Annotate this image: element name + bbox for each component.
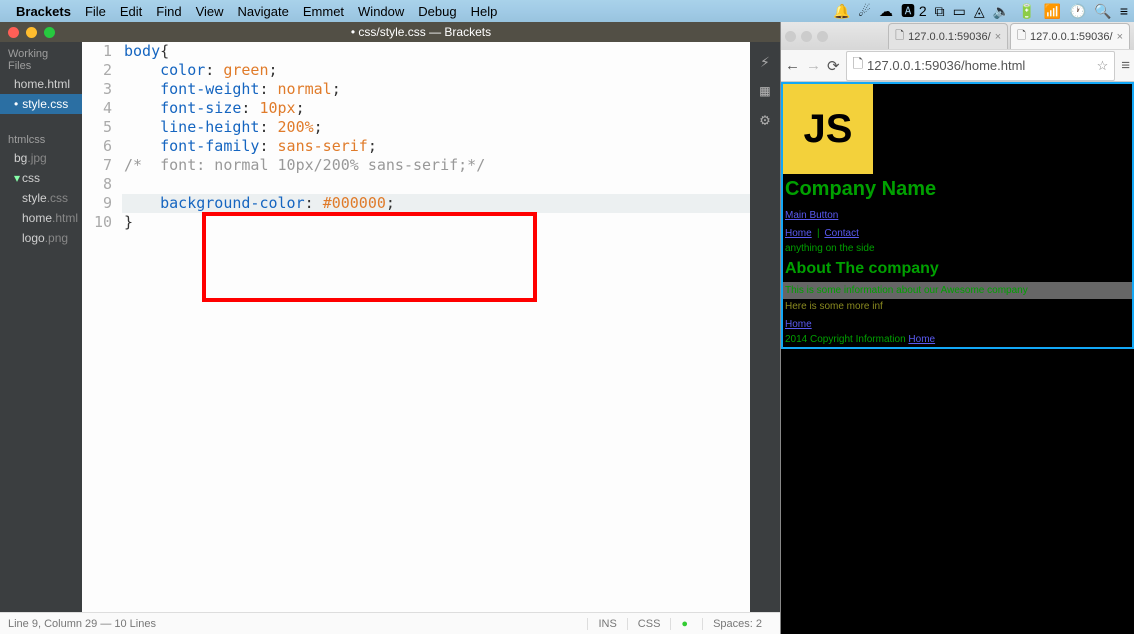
copyright-home-link[interactable]: Home [908,334,935,345]
brackets-window: • css/style.css — Brackets Working Files… [0,22,780,634]
spotlight-icon[interactable]: 🔍 [1094,1,1111,21]
tab-close-icon[interactable]: × [1117,31,1123,43]
chrome-window: 🗋 127.0.0.1:59036/ × 🗋 127.0.0.1:59036/ … [780,22,1134,634]
drive-icon[interactable]: ◬ [974,1,985,21]
macos-menubar: Brackets File Edit Find View Navigate Em… [0,0,1134,22]
side-text: anything on the side [783,241,1132,256]
bookmark-icon[interactable]: ☆ [1097,58,1109,74]
info-banner: This is some information about our Aweso… [783,282,1132,299]
menu-debug[interactable]: Debug [418,4,456,19]
page-icon: 🗋 [853,55,863,77]
file-bg[interactable]: bg.jpg [0,148,82,168]
editor-right-toolbar: ⚡ ▦ ⚙ [750,42,780,612]
close-button[interactable] [8,27,19,38]
working-file-style[interactable]: style.css [0,94,82,114]
menu-help[interactable]: Help [471,4,498,19]
menu-window[interactable]: Window [358,4,404,19]
workspace: • css/style.css — Brackets Working Files… [0,22,1134,634]
lint-status[interactable] [670,618,702,630]
url-text: 127.0.0.1:59036/home.html [867,58,1025,73]
window-titlebar: • css/style.css — Brackets [0,22,780,42]
code-editor[interactable]: 1body{ 2 color: green; 3 font-weight: no… [82,42,780,612]
bell-icon[interactable]: 🔔 [833,1,850,21]
chrome-tab-2[interactable]: 🗋 127.0.0.1:59036/ × [1010,23,1130,49]
rendered-page[interactable]: JS Company Name Main Button Home | Conta… [781,82,1134,634]
live-preview-icon[interactable]: ⚡ [750,52,780,71]
screen: Brackets File Edit Find View Navigate Em… [0,0,1134,634]
extensions-icon[interactable]: ▦ [750,81,780,100]
reload-button[interactable]: ⟳ [827,57,840,75]
tab-title: 127.0.0.1:59036/ [908,31,991,43]
menubar-status-icons: 🔔 ☄ ☁ 🅰 2 ⧉ ▭ ◬ 🔈 🔋 📶 🕐 🔍 ≡ [833,1,1128,21]
magnet-icon[interactable]: ☄ [858,1,871,21]
logo: JS [783,84,873,174]
statusbar: Line 9, Column 29 — 10 Lines INS CSS Spa… [0,612,780,634]
main-button-link[interactable]: Main Button [785,210,838,221]
indent-mode[interactable]: Spaces: 2 [702,618,772,630]
folder-css[interactable]: css [0,168,82,188]
menu-emmet[interactable]: Emmet [303,4,344,19]
chrome-tab-1[interactable]: 🗋 127.0.0.1:59036/ × [888,23,1008,49]
copyright-text: 2014 Copyright Information Home [783,332,1132,347]
volume-icon[interactable]: 🔈 [993,1,1010,21]
sidebar[interactable]: Working Files home.html style.css htmlcs… [0,42,82,612]
insert-mode[interactable]: INS [587,618,626,630]
chrome-toolbar: ← → ⟳ 🗋 127.0.0.1:59036/home.html ☆ ≡ [781,50,1134,82]
chrome-menu-icon[interactable]: ≡ [1121,57,1130,74]
chrome-minimize-button[interactable] [801,31,812,42]
gutter: 1 [82,42,122,61]
language-mode[interactable]: CSS [627,618,671,630]
nav-contact-link[interactable]: Contact [824,228,858,239]
notification-center-icon[interactable]: ≡ [1120,1,1128,21]
url-bar[interactable]: 🗋 127.0.0.1:59036/home.html ☆ [846,51,1116,81]
footer-home-link[interactable]: Home [785,319,812,330]
adobe-icon[interactable]: 🅰 2 [901,1,927,21]
page-icon: 🗋 [895,27,904,46]
cloud-icon[interactable]: ☁ [879,1,893,21]
minimize-button[interactable] [26,27,37,38]
working-file-home[interactable]: home.html [0,74,82,94]
page-heading: Company Name [783,174,1132,205]
chrome-close-button[interactable] [785,31,796,42]
sidebar-section-project: htmlcss [0,128,82,148]
window-title: • css/style.css — Brackets [62,25,780,39]
menu-navigate[interactable]: Navigate [238,4,289,19]
display-icon[interactable]: ▭ [953,1,966,21]
file-logo-png[interactable]: logo.png [0,228,82,248]
app-name[interactable]: Brackets [16,4,71,19]
about-heading: About The company [783,256,1132,282]
menu-edit[interactable]: Edit [120,4,142,19]
cursor-position: Line 9, Column 29 — 10 Lines [8,618,156,630]
file-style-css[interactable]: style.css [0,188,82,208]
more-info-text: Here is some more inf [783,299,1132,314]
tab-close-icon[interactable]: × [995,31,1001,43]
tab-title: 127.0.0.1:59036/ [1030,31,1113,43]
settings-icon[interactable]: ⚙ [750,110,780,129]
forward-button[interactable]: → [806,57,821,74]
file-home-html[interactable]: home.html [0,208,82,228]
page-icon: 🗋 [1017,27,1026,46]
brackets-body: Working Files home.html style.css htmlcs… [0,42,780,612]
nav-home-link[interactable]: Home [785,228,812,239]
menu-find[interactable]: Find [156,4,181,19]
zoom-button[interactable] [44,27,55,38]
clock-icon[interactable]: 🕐 [1069,1,1086,21]
back-button[interactable]: ← [785,57,800,74]
menu-view[interactable]: View [196,4,224,19]
dropbox-icon[interactable]: ⧉ [935,1,945,21]
wifi-icon[interactable]: 📶 [1044,1,1061,21]
battery-icon[interactable]: 🔋 [1018,1,1035,21]
sidebar-section-working: Working Files [0,42,82,74]
menu-file[interactable]: File [85,4,106,19]
chrome-tabbar: 🗋 127.0.0.1:59036/ × 🗋 127.0.0.1:59036/ … [781,22,1134,50]
chrome-zoom-button[interactable] [817,31,828,42]
